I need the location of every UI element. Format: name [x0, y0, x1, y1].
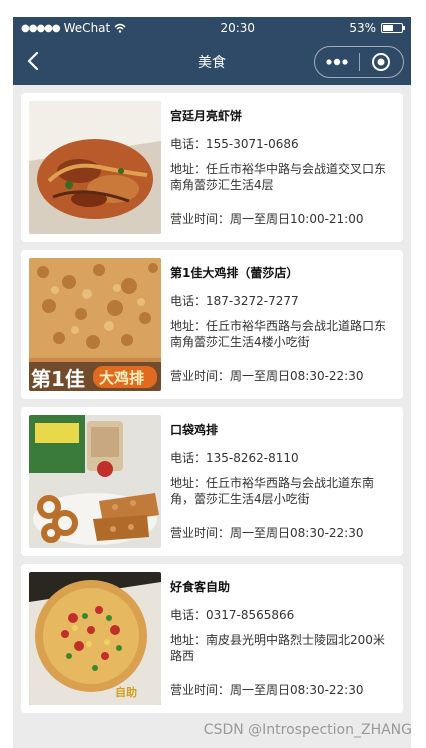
more-icon: [326, 58, 348, 66]
status-time: 20:30: [220, 21, 256, 35]
navigation-bar: 美食: [13, 39, 411, 85]
watermark: CSDN @Introspection_ZHANG: [203, 722, 412, 738]
restaurant-card[interactable]: 自助 好食客自助 电话：0317-8565866 地址：南皮县光明中路烈士陵园北…: [21, 564, 403, 713]
status-right: 53%: [349, 21, 405, 35]
restaurant-hours: 营业时间：周一至周日10:00-21:00: [170, 212, 364, 226]
restaurant-address: 地址：任丘市裕华西路与会战北道东南角，蕾莎汇生活4层小吃街: [170, 476, 375, 506]
battery-icon: [381, 23, 405, 33]
restaurant-hours: 营业时间：周一至周日08:30-22:30: [170, 369, 364, 383]
signal-icon: ●●●●●: [21, 22, 61, 34]
restaurant-name: 好食客自助: [170, 580, 231, 594]
restaurant-info: 宫廷月亮虾饼 电话：155-3071-0686 地址：任丘市裕华中路与会战道交叉…: [170, 101, 395, 234]
food-photo-pizza: 自助: [29, 572, 161, 705]
restaurant-card[interactable]: 口袋鸡排 电话：135-8262-8110 地址：任丘市裕华西路与会战北道东南角…: [21, 407, 403, 556]
target-icon: [372, 53, 391, 71]
food-photo-pocket-chicken: [29, 415, 161, 548]
restaurant-address: 地址：南皮县光明中路烈士陵园北200米路西: [170, 633, 385, 663]
restaurant-name: 口袋鸡排: [170, 423, 219, 437]
wifi-icon: [114, 23, 126, 33]
food-photo-shrimp-cake: [29, 101, 161, 234]
restaurant-card[interactable]: 宫廷月亮虾饼 电话：155-3071-0686 地址：任丘市裕华中路与会战道交叉…: [21, 93, 403, 242]
svg-text:第1佳: 第1佳: [31, 367, 85, 391]
restaurant-info: 好食客自助 电话：0317-8565866 地址：南皮县光明中路烈士陵园北200…: [170, 572, 395, 705]
restaurant-info: 第1佳大鸡排（蕾莎店） 电话：187-3272-7277 地址：任丘市裕华西路与…: [170, 258, 395, 391]
restaurant-name: 宫廷月亮虾饼: [170, 109, 243, 123]
restaurant-address: 地址：任丘市裕华西路与会战北道路口东南角蕾莎汇生活4楼小吃街: [170, 319, 387, 349]
battery-percent: 53%: [349, 21, 376, 35]
svg-text:自助: 自助: [115, 685, 137, 699]
restaurant-hours: 营业时间：周一至周日08:30-22:30: [170, 526, 364, 540]
restaurant-phone: 电话：187-3272-7277: [170, 294, 299, 308]
restaurant-name: 第1佳大鸡排（蕾莎店）: [170, 266, 299, 280]
restaurant-phone: 电话：0317-8565866: [170, 608, 295, 622]
status-bar: ●●●●● WeChat 20:30 53%: [13, 17, 411, 39]
restaurant-address: 地址：任丘市裕华中路与会战道交叉口东南角蕾莎汇生活4层: [170, 162, 387, 192]
restaurant-list: 宫廷月亮虾饼 电话：155-3071-0686 地址：任丘市裕华中路与会战道交叉…: [13, 85, 411, 713]
more-button[interactable]: [315, 47, 359, 77]
restaurant-card[interactable]: 第1佳 大鸡排 第1佳大鸡排（蕾莎店） 电话：187-3272-7277 地址：…: [21, 250, 403, 399]
restaurant-phone: 电话：135-8262-8110: [170, 451, 299, 465]
close-miniprogram-button[interactable]: [360, 47, 403, 77]
carrier-label: WeChat: [63, 21, 111, 35]
back-button[interactable]: [21, 49, 45, 73]
restaurant-hours: 营业时间：周一至周日08:30-22:30: [170, 683, 364, 697]
restaurant-phone: 电话：155-3071-0686: [170, 137, 299, 151]
status-left: ●●●●● WeChat: [21, 21, 126, 35]
capsule-menu: [314, 46, 404, 78]
svg-text:大鸡排: 大鸡排: [99, 369, 144, 387]
phone-screen: ●●●●● WeChat 20:30 53% 美食 宫廷月亮虾饼 电话：155-…: [13, 17, 411, 748]
food-photo-chicken-cutlet: 第1佳 大鸡排: [29, 258, 161, 391]
chevron-left-icon: [27, 51, 39, 71]
restaurant-info: 口袋鸡排 电话：135-8262-8110 地址：任丘市裕华西路与会战北道东南角…: [170, 415, 395, 548]
page-title: 美食: [198, 55, 226, 71]
